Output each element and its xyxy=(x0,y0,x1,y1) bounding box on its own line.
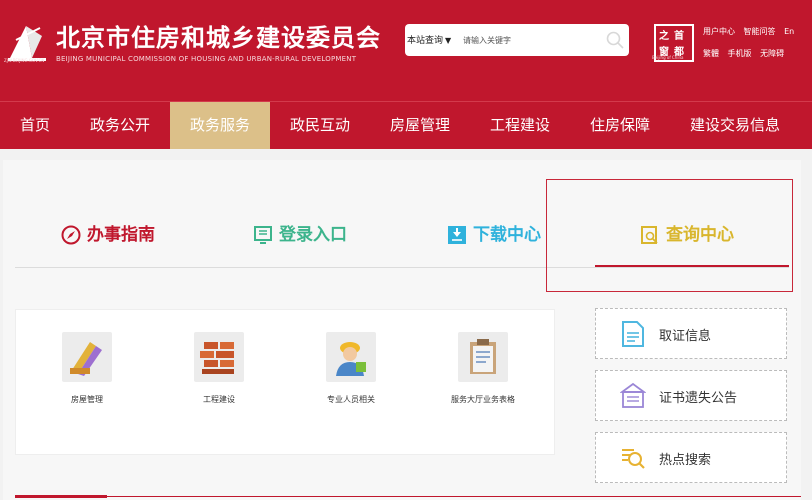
service-label: 工程建设 xyxy=(203,395,235,404)
accessibility-link[interactable]: 无障碍 xyxy=(760,49,784,58)
mobile-version-link[interactable]: 手机版 xyxy=(728,49,752,58)
nav-item-housing-security[interactable]: 住房保障 xyxy=(570,102,670,149)
bricks-icon xyxy=(194,332,244,382)
capital-logo-char: 之 xyxy=(659,31,669,42)
login-screen-icon xyxy=(254,226,272,244)
top-links-secondary: 繁體 手机版 无障碍 xyxy=(703,48,790,59)
capital-logo-char: 首 xyxy=(674,31,684,42)
query-item-label: 热点搜索 xyxy=(659,453,712,468)
traditional-chinese-link[interactable]: 繁體 xyxy=(703,49,719,58)
chevron-down-icon: ▼ xyxy=(445,36,452,45)
tab-guide[interactable]: 办事指南 xyxy=(61,222,155,248)
main-nav: 首页 政务公开 政务服务 政民互动 房屋管理 工程建设 住房保障 建设交易信息 xyxy=(0,101,812,149)
english-link[interactable]: En xyxy=(784,27,794,36)
top-links: 用户中心 智能问答 En xyxy=(703,26,800,37)
nav-item-home[interactable]: 首页 xyxy=(0,102,70,149)
service-label: 房屋管理 xyxy=(71,395,103,404)
hot-search-icon xyxy=(622,449,645,469)
search-icon[interactable] xyxy=(605,30,625,50)
site-title[interactable]: 北京市住房和城乡建设委员会 xyxy=(56,18,381,53)
smart-qa-link[interactable]: 智能问答 xyxy=(744,27,776,36)
query-item-label: 证书遗失公告 xyxy=(659,391,738,406)
download-icon xyxy=(448,226,466,244)
query-item-lost-certificate[interactable]: 证书遗失公告 xyxy=(595,370,787,421)
document-icon xyxy=(622,321,644,347)
nav-item-construction[interactable]: 工程建设 xyxy=(470,102,570,149)
clipboard-icon xyxy=(458,332,508,382)
service-label: 专业人员相关 xyxy=(327,395,375,404)
user-center-link[interactable]: 用户中心 xyxy=(703,27,735,36)
section-divider xyxy=(15,496,801,497)
search-scope-select[interactable]: 本站查询 ▼ xyxy=(407,33,451,46)
service-construction[interactable]: 工程建设 xyxy=(164,332,274,405)
certificate-icon xyxy=(620,382,646,408)
tab-label: 办事指南 xyxy=(87,225,155,245)
compass-icon xyxy=(61,225,81,245)
highlight-box xyxy=(546,179,793,292)
site-header: ZJW.BEIJING.GOV.CN 北京市住房和城乡建设委员会 BEIJING… xyxy=(0,0,812,101)
service-hall-forms[interactable]: 服务大厅业务表格 xyxy=(428,332,538,405)
tab-download[interactable]: 下载中心 xyxy=(447,222,541,248)
search-box: 本站查询 ▼ xyxy=(405,24,629,56)
service-label: 服务大厅业务表格 xyxy=(451,395,515,404)
service-housing[interactable]: 房屋管理 xyxy=(32,332,142,405)
query-item-certification-info[interactable]: 取证信息 xyxy=(595,308,787,359)
query-item-label: 取证信息 xyxy=(659,329,712,344)
nav-item-interaction[interactable]: 政民互动 xyxy=(270,102,370,149)
search-scope-label: 本站查询 xyxy=(407,36,444,46)
search-input[interactable] xyxy=(463,30,603,50)
nav-item-housing[interactable]: 房屋管理 xyxy=(370,102,470,149)
nav-item-gov-services[interactable]: 政务服务 xyxy=(170,102,270,149)
worker-icon xyxy=(326,332,376,382)
query-item-hot-search[interactable]: 热点搜索 xyxy=(595,432,787,483)
site-subtitle: BEIJING MUNICIPAL COMMISSION OF HOUSING … xyxy=(56,55,357,63)
section-divider-accent xyxy=(15,495,107,498)
nav-item-trade-info[interactable]: 建设交易信息 xyxy=(670,102,800,149)
capital-logo-sub: Beijing of China xyxy=(652,55,684,60)
service-professionals[interactable]: 专业人员相关 xyxy=(296,332,406,405)
tab-label: 下载中心 xyxy=(473,225,541,245)
services-list: 房屋管理 工程建设 专业人员相关 服务大厅业务表格 xyxy=(15,309,555,455)
nav-item-gov-affairs[interactable]: 政务公开 xyxy=(70,102,170,149)
tab-label: 登录入口 xyxy=(279,225,347,245)
logo-url: ZJW.BEIJING.GOV.CN xyxy=(4,58,45,63)
house-ruler-icon xyxy=(62,332,112,382)
tab-login[interactable]: 登录入口 xyxy=(253,222,347,248)
